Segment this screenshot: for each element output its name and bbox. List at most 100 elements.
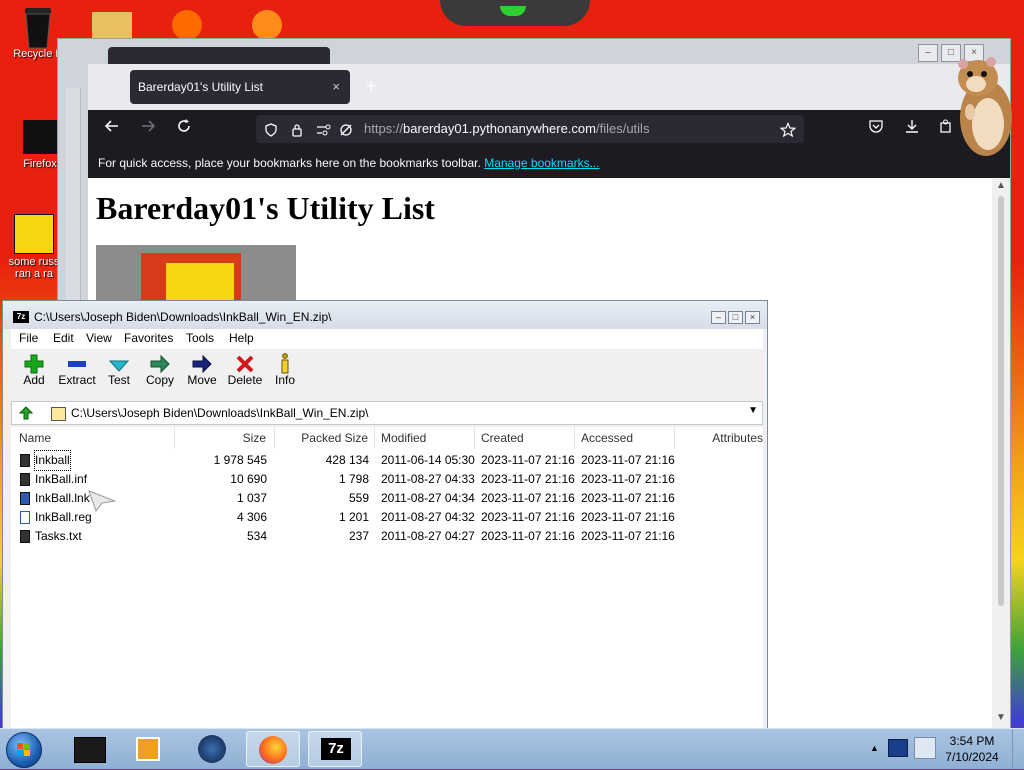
taskbar-app-7zip[interactable]: 7z: [308, 731, 362, 767]
document-icon: [14, 214, 54, 254]
reload-icon[interactable]: [176, 118, 192, 139]
column-header-size[interactable]: Size: [175, 427, 275, 449]
sevenzip-app-icon: 7z: [321, 738, 351, 760]
info-icon: [273, 353, 297, 374]
permissions-icon[interactable]: [316, 115, 332, 143]
minimize-icon[interactable]: –: [918, 44, 938, 62]
file-modified: 2011-08-27 04:32: [381, 510, 475, 524]
file-created: 2023-11-07 21:16: [481, 472, 575, 486]
file-created: 2023-11-07 21:16: [481, 529, 575, 543]
file-created: 2023-11-07 21:16: [481, 510, 575, 524]
column-header-created[interactable]: Created: [475, 427, 575, 449]
globe-icon: [198, 735, 226, 763]
menu-tools[interactable]: Tools: [186, 331, 214, 345]
delete-button[interactable]: Delete: [227, 353, 263, 387]
shield-icon[interactable]: [264, 115, 278, 143]
folder-up-icon[interactable]: [18, 405, 34, 424]
file-name: Inkball: [34, 450, 71, 471]
copy-arrow-icon: [145, 353, 175, 374]
minimize-icon[interactable]: –: [711, 311, 726, 324]
clock-date: 7/10/2024: [945, 750, 999, 764]
menu-view[interactable]: View: [86, 331, 112, 345]
sevenzip-titlebar[interactable]: 7z C:\Users\Joseph Biden\Downloads\InkBa…: [3, 301, 767, 329]
new-tab-button[interactable]: +: [366, 76, 377, 97]
column-header-modified[interactable]: Modified: [375, 427, 475, 449]
menu-help[interactable]: Help: [229, 331, 254, 345]
chevron-down-icon[interactable]: ▼: [748, 405, 758, 416]
file-accessed: 2023-11-07 21:16: [581, 510, 675, 524]
file-packed-size: 1 798: [338, 472, 369, 486]
add-button[interactable]: Add: [21, 353, 47, 387]
url-text: https://barerday01.pythonanywhere.com/fi…: [364, 121, 650, 136]
windows-logo-icon: [17, 743, 30, 756]
check-icon: [107, 353, 131, 373]
file-created: 2023-11-07 21:16: [481, 491, 575, 505]
taskbar-clock[interactable]: 3:54 PM 7/10/2024: [940, 733, 1004, 765]
bookmark-star-icon[interactable]: [779, 115, 797, 143]
show-hidden-icons-icon[interactable]: ▲: [870, 743, 879, 753]
menu-file[interactable]: File: [19, 331, 38, 345]
close-icon[interactable]: ×: [745, 311, 760, 324]
tray-app-icon[interactable]: [888, 739, 908, 757]
address-bar[interactable]: C:\Users\Joseph Biden\Downloads\InkBall_…: [11, 401, 763, 425]
column-header-name[interactable]: Name: [11, 427, 175, 449]
file-row[interactable]: Tasks.txt 534 237 2011-08-27 04:27 2023-…: [11, 527, 763, 546]
test-button[interactable]: Test: [107, 353, 131, 387]
hamster-image: [950, 54, 1016, 158]
taskbar-app-firefox[interactable]: [246, 731, 300, 767]
tracking-off-icon[interactable]: [338, 115, 354, 143]
firefox-icon: [259, 736, 287, 764]
pocket-icon[interactable]: [868, 118, 884, 137]
file-row[interactable]: InkBall.reg 4 306 1 201 2011-08-27 04:32…: [11, 508, 763, 527]
taskbar-app-media[interactable]: [122, 731, 176, 767]
recycle-bin-icon: [21, 6, 55, 49]
page-scrollbar[interactable]: ▲ ▼: [992, 178, 1010, 728]
menu-favorites[interactable]: Favorites: [124, 331, 173, 345]
monitor-app-icon: [74, 737, 106, 763]
browser-tab-bar: Barerday01's Utility List × +: [88, 64, 1010, 110]
forward-arrow-icon[interactable]: [140, 118, 156, 139]
taskbar: 7z ▲ 3:54 PM 7/10/2024: [0, 728, 1024, 769]
sevenzip-toolbar: Add Extract Test Copy Move Delete Info: [11, 349, 763, 399]
menu-edit[interactable]: Edit: [53, 331, 74, 345]
column-header-packed-size[interactable]: Packed Size: [275, 427, 375, 449]
network-icon[interactable]: [914, 737, 936, 759]
desktop-icon-top-center: [440, 0, 590, 26]
taskbar-app-globe[interactable]: [186, 731, 240, 767]
file-modified: 2011-08-27 04:33: [381, 472, 475, 486]
desktop-icon-shapes: [92, 10, 302, 40]
file-size: 10 690: [230, 472, 267, 486]
extract-button[interactable]: Extract: [57, 353, 97, 387]
show-desktop-button[interactable]: [1012, 729, 1024, 769]
scroll-up-icon[interactable]: ▲: [996, 180, 1006, 191]
info-button[interactable]: Info: [273, 353, 297, 387]
column-header-attributes[interactable]: Attributes: [675, 427, 763, 449]
page-heading: Barerday01's Utility List: [96, 190, 435, 226]
column-header-accessed[interactable]: Accessed: [575, 427, 675, 449]
move-button[interactable]: Move: [187, 353, 217, 387]
taskbar-app-1[interactable]: [62, 731, 116, 767]
back-arrow-icon[interactable]: [104, 118, 120, 139]
scroll-down-icon[interactable]: ▼: [996, 712, 1006, 723]
manage-bookmarks-link[interactable]: Manage bookmarks...: [484, 156, 599, 170]
address-path: C:\Users\Joseph Biden\Downloads\InkBall_…: [71, 406, 369, 420]
file-modified: 2011-08-27 04:34: [381, 491, 475, 505]
copy-button[interactable]: Copy: [145, 353, 175, 387]
sevenzip-app-icon: 7z: [13, 311, 29, 323]
bookmarks-hint: For quick access, place your bookmarks h…: [98, 156, 481, 170]
url-bar[interactable]: https://barerday01.pythonanywhere.com/fi…: [256, 115, 804, 143]
file-packed-size: 559: [348, 491, 369, 505]
tab-close-icon[interactable]: ×: [332, 70, 340, 104]
start-button[interactable]: [6, 732, 42, 768]
downloads-icon[interactable]: [904, 118, 920, 137]
file-modified: 2011-06-14 05:30: [381, 453, 475, 467]
maximize-icon[interactable]: □: [728, 311, 743, 324]
lock-icon[interactable]: [290, 115, 304, 143]
scrollbar-thumb[interactable]: [998, 196, 1004, 606]
file-row[interactable]: Inkball 1 978 545 428 134 2011-06-14 05:…: [11, 450, 763, 471]
file-row[interactable]: InkBall.lnk 1 037 559 2011-08-27 04:34 2…: [11, 489, 763, 508]
file-size: 4 306: [236, 510, 267, 524]
browser-tab-active[interactable]: Barerday01's Utility List ×: [130, 70, 350, 104]
tab-title: Barerday01's Utility List: [138, 80, 264, 94]
file-row[interactable]: InkBall.inf 10 690 1 798 2011-08-27 04:3…: [11, 470, 763, 489]
